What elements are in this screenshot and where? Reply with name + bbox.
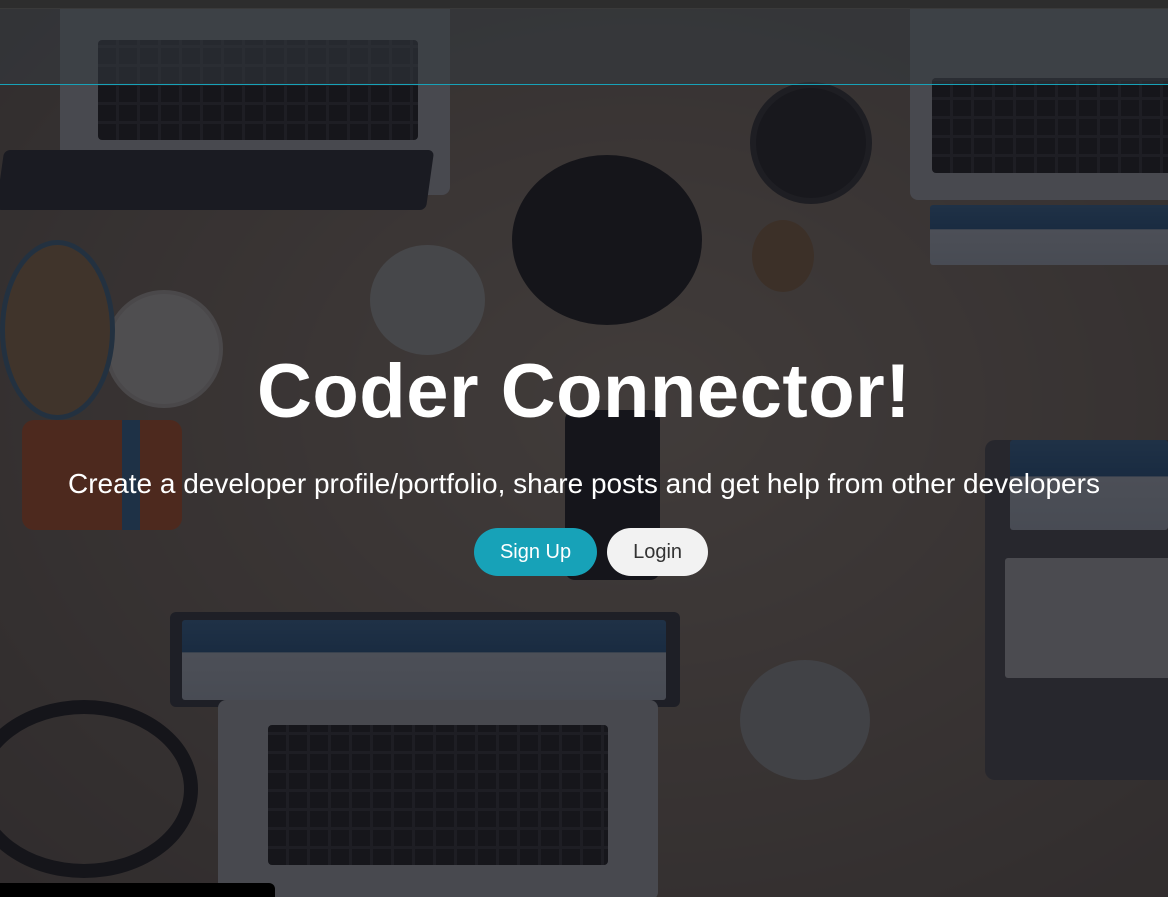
signup-button[interactable]: Sign Up [473,528,598,576]
hero-lead: Create a developer profile/portfolio, sh… [68,468,1100,499]
page-viewport: Coder Connector! Create a developer prof… [0,0,1168,897]
hero-title: Coder Connector! [257,349,911,434]
bottom-status-bar [0,883,275,897]
hero-buttons: Sign Up Login [0,528,1168,576]
landing-hero: Coder Connector! Create a developer prof… [0,0,1168,897]
login-button[interactable]: Login [607,528,709,576]
browser-top-edge [0,0,1168,9]
